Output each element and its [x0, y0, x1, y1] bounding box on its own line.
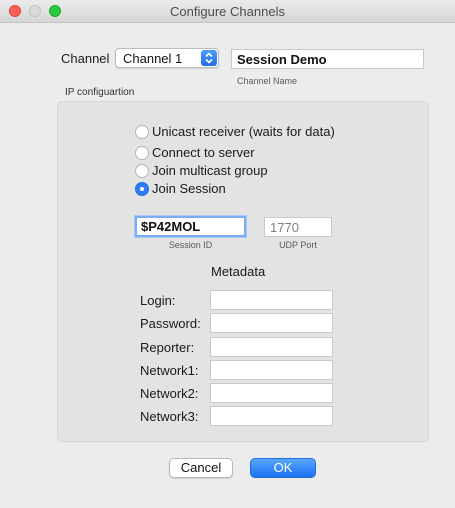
- title-bar: Configure Channels: [0, 0, 455, 23]
- channel-name-caption: Channel Name: [236, 76, 298, 86]
- network3-field[interactable]: [210, 406, 333, 426]
- configure-channels-window: Configure Channels Channel Channel 1 Ses…: [0, 0, 455, 508]
- channel-select[interactable]: Channel 1: [115, 48, 219, 68]
- ok-button[interactable]: OK: [250, 458, 316, 478]
- session-id-caption: Session ID: [168, 240, 213, 250]
- radio-label: Join Session: [152, 181, 226, 196]
- network2-field[interactable]: [210, 383, 333, 403]
- radio-button[interactable]: [135, 125, 149, 139]
- udp-port-caption: UDP Port: [279, 240, 317, 250]
- radio-label: Unicast receiver (waits for data): [152, 124, 335, 139]
- login-field[interactable]: [210, 290, 333, 310]
- network1-field[interactable]: [210, 360, 333, 380]
- network1-label: Network1:: [140, 363, 199, 378]
- cancel-button[interactable]: Cancel: [169, 458, 233, 478]
- reporter-field[interactable]: [210, 337, 333, 357]
- channel-name-field[interactable]: Session Demo: [231, 49, 424, 69]
- radio-button[interactable]: [135, 146, 149, 160]
- network2-label: Network2:: [140, 386, 199, 401]
- radio-label: Connect to server: [152, 145, 255, 160]
- channel-select-value: Channel 1: [123, 51, 183, 66]
- session-id-field[interactable]: $P42MOL: [135, 216, 246, 237]
- ip-config-group-label: IP configuartion: [65, 87, 135, 98]
- password-label: Password:: [140, 316, 201, 331]
- radio-label: Join multicast group: [152, 163, 268, 178]
- udp-port-field[interactable]: 1770: [264, 217, 332, 237]
- window-title: Configure Channels: [170, 4, 285, 19]
- chevron-up-down-icon: [201, 50, 217, 66]
- network3-label: Network3:: [140, 409, 199, 424]
- reporter-label: Reporter:: [140, 340, 195, 355]
- password-field[interactable]: [210, 313, 333, 333]
- metadata-heading: Metadata: [211, 264, 266, 279]
- radio-button[interactable]: [135, 164, 149, 178]
- login-label: Login:: [140, 293, 176, 308]
- radio-button-selected[interactable]: [135, 182, 149, 196]
- channel-label: Channel: [61, 51, 110, 66]
